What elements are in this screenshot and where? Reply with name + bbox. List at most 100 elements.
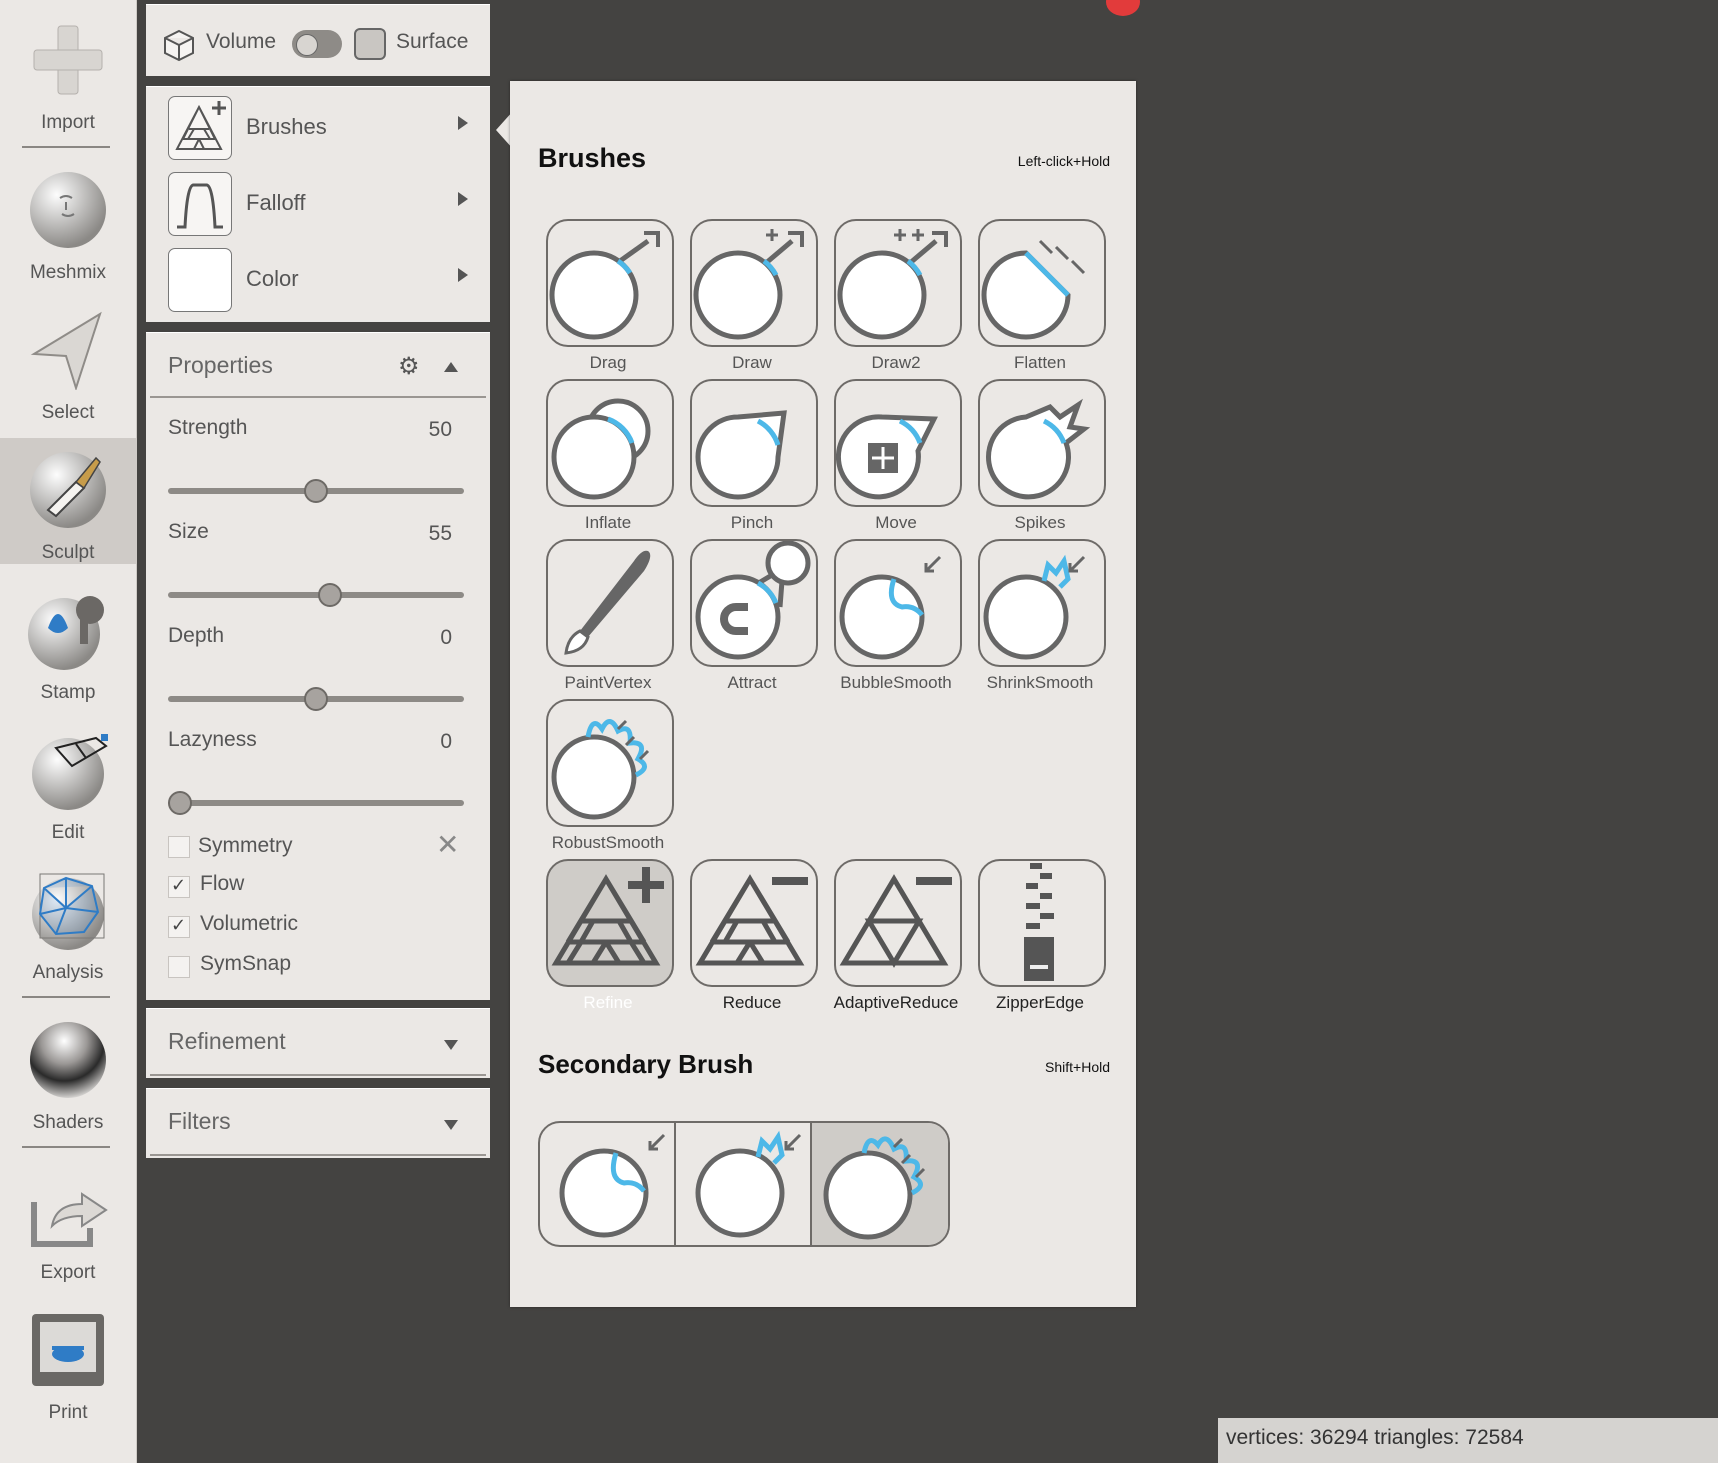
tool-label-edit: Edit [51, 822, 85, 843]
color-label: Color [246, 266, 299, 291]
symmetry-checkbox[interactable] [168, 836, 190, 858]
secondary-robustsmooth-option[interactable] [812, 1123, 948, 1245]
chrome-sphere-icon [30, 1022, 106, 1098]
symsnap-checkbox[interactable] [168, 956, 190, 978]
brush-reduce[interactable] [690, 859, 818, 987]
chevron-right-icon [458, 116, 468, 130]
volumetric-label: Volumetric [200, 912, 299, 935]
brush-label: Flatten [1014, 353, 1066, 372]
sculpt-tool[interactable]: Sculpt [0, 438, 136, 564]
strength-value: 50 [428, 418, 452, 441]
brush-label: Move [875, 513, 917, 532]
refinement-section[interactable]: Refinement [146, 1008, 490, 1078]
lazyness-slider[interactable] [168, 791, 464, 815]
flow-checkbox[interactable] [168, 875, 190, 898]
export-tool[interactable]: Export [0, 1158, 136, 1288]
brush-spikes[interactable] [978, 379, 1106, 507]
brush-flatten[interactable] [978, 219, 1106, 347]
brushes-popup: Brushes Left-click+Hold Drag Draw Draw2 [510, 81, 1136, 1307]
brush-paintvertex[interactable] [546, 539, 674, 667]
properties-panel: Properties ⚙ Strength 50 Size 55 Depth 0… [146, 332, 490, 1000]
depth-slider[interactable] [168, 687, 464, 711]
cursor-arrow-icon [30, 311, 102, 390]
import-tool[interactable]: Import [0, 8, 136, 148]
secondary-bubblesmooth-option[interactable] [540, 1123, 676, 1245]
secondary-shrinksmooth-option[interactable] [676, 1123, 812, 1245]
brush-move[interactable] [834, 379, 962, 507]
brush-pinch[interactable] [690, 379, 818, 507]
color-button[interactable]: Color [168, 248, 468, 312]
size-slider-knob[interactable] [317, 583, 342, 607]
size-slider[interactable] [168, 583, 464, 607]
select-tool[interactable]: Select [0, 298, 136, 428]
brush-label: Attract [727, 673, 777, 692]
brush-refine[interactable] [546, 859, 674, 987]
brushes-button[interactable]: Brushes [168, 96, 468, 160]
brush-inflate[interactable] [546, 379, 674, 507]
depth-value: 0 [440, 626, 452, 649]
mode-toggle[interactable] [292, 30, 342, 58]
brush-drag[interactable] [546, 219, 674, 347]
brush-shrinksmooth[interactable] [978, 539, 1106, 667]
brush-zipperedge[interactable] [978, 859, 1106, 987]
chevron-right-icon [458, 192, 468, 206]
shrinksmooth-brush-icon [983, 554, 1086, 660]
lazyness-slider-knob[interactable] [168, 791, 192, 815]
wrench-cross-icon[interactable]: ✕ [436, 828, 459, 861]
size-label: Size [168, 520, 209, 543]
analysis-tool[interactable]: Analysis [0, 858, 136, 988]
brush-label: BubbleSmooth [840, 673, 952, 692]
export-arrow-icon [31, 1192, 108, 1247]
shaders-tool[interactable]: Shaders [0, 1008, 136, 1138]
depth-label: Depth [168, 624, 225, 647]
brush-label: Draw2 [871, 353, 921, 372]
brushes-heading: Brushes [538, 143, 647, 173]
properties-title: Properties [168, 352, 273, 378]
expand-down-icon [444, 1040, 458, 1050]
red-marker [1106, 0, 1140, 16]
robustsmooth-brush-icon [551, 719, 650, 820]
brush-bubblesmooth[interactable] [834, 539, 962, 667]
brush-draw[interactable] [690, 219, 818, 347]
expand-down-icon [444, 1120, 458, 1130]
brushes-label: Brushes [246, 114, 327, 139]
stamp-tool[interactable]: Stamp [0, 578, 136, 708]
tool-label-sculpt: Sculpt [41, 542, 95, 563]
brushes-hint: Left-click+Hold [1017, 153, 1110, 169]
brush-draw2[interactable] [834, 219, 962, 347]
plus-icon [33, 25, 103, 95]
symmetry-label: Symmetry [198, 834, 293, 857]
collapse-up-icon[interactable] [444, 362, 458, 372]
flatten-brush-icon [981, 239, 1086, 340]
brush-robustsmooth[interactable] [546, 699, 674, 827]
stamp-sphere-icon [28, 596, 104, 670]
brush-label: Spikes [1014, 513, 1066, 532]
gear-icon[interactable]: ⚙ [398, 352, 420, 380]
meshmix-tool[interactable]: Meshmix [0, 158, 136, 288]
brush-label: RobustSmooth [551, 833, 665, 852]
volumetric-checkbox[interactable] [168, 915, 190, 938]
symsnap-label: SymSnap [200, 952, 292, 975]
cube-icon [164, 29, 194, 62]
brush-attract[interactable] [690, 539, 818, 667]
brushes-icon [168, 96, 232, 160]
filters-section[interactable]: Filters [146, 1088, 490, 1158]
edit-tool[interactable]: Edit [0, 718, 136, 848]
reduce-triangle-icon [695, 874, 808, 966]
size-value: 55 [428, 522, 452, 545]
depth-slider-knob[interactable] [304, 687, 328, 711]
brush-adaptivereduce[interactable] [834, 859, 962, 987]
brush-label: Pinch [730, 513, 774, 532]
print-tool[interactable]: Print [0, 1298, 136, 1428]
secondary-brush-group [538, 1121, 950, 1247]
filters-title: Filters [168, 1108, 231, 1134]
falloff-label: Falloff [246, 190, 306, 215]
volume-label: Volume [206, 30, 277, 53]
strength-slider-knob[interactable] [304, 479, 328, 503]
paintvertex-brush-icon [564, 550, 651, 655]
drag-brush-icon [549, 231, 660, 340]
mesh-sphere-icon [32, 873, 105, 950]
falloff-button[interactable]: Falloff [168, 172, 468, 236]
tool-label-analysis: Analysis [32, 962, 104, 983]
strength-slider[interactable] [168, 479, 464, 503]
